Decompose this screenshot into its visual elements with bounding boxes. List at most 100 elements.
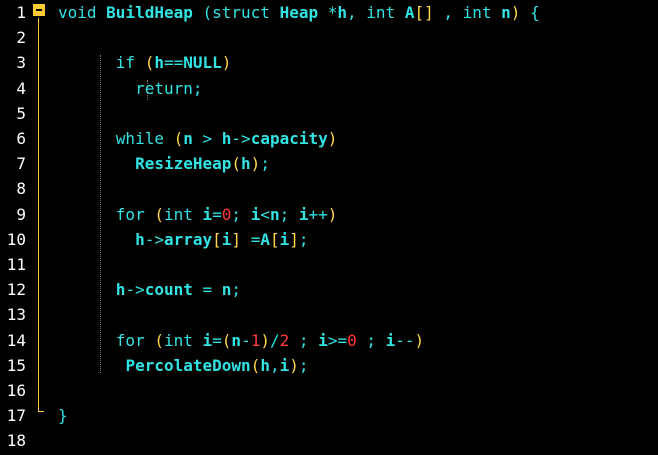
code-token: ; — [231, 280, 242, 300]
code-token: h — [115, 280, 126, 300]
code-line[interactable]: 15 PercolateDown(h,i); — [0, 353, 658, 378]
code-token: , int — [433, 3, 502, 22]
code-token: count — [144, 280, 193, 300]
code-token: ; — [289, 330, 319, 350]
code-line[interactable]: 4 return; — [0, 76, 658, 101]
code-line[interactable]: 10 h->array[i] =A[i]; — [0, 227, 658, 252]
code-token: < — [260, 204, 270, 224]
code-token: , int — [347, 3, 405, 22]
code-text: while (n > h->capacity) — [58, 126, 338, 151]
code-line[interactable]: 13 — [0, 302, 658, 327]
code-line[interactable]: 8 — [0, 176, 658, 201]
code-token: ] — [289, 229, 299, 249]
line-number: 10 — [6, 229, 26, 249]
code-line[interactable]: 6 while (n > h->capacity) — [0, 126, 658, 151]
code-token: 0 — [347, 330, 357, 350]
code-token: } — [58, 406, 68, 426]
code-token: i — [279, 355, 290, 375]
code-token: n — [231, 330, 242, 350]
code-line[interactable]: 7 ResizeHeap(h); — [0, 151, 658, 176]
code-token: capacity — [250, 129, 328, 148]
code-text: for (int i=(n-1)/2 ; i>=0 ; i--) — [58, 328, 424, 353]
line-number: 13 — [6, 305, 26, 325]
code-token: n — [269, 204, 280, 224]
code-text: h->count = n; — [58, 277, 241, 302]
line-number: 7 — [16, 154, 26, 174]
code-token: ) — [260, 330, 270, 350]
code-token: int — [163, 330, 203, 350]
code-line[interactable]: 12 h->count = n; — [0, 277, 658, 302]
line-number: 2 — [16, 28, 26, 48]
code-token: ] — [231, 229, 242, 249]
code-token: Heap — [279, 3, 319, 22]
code-text: } — [58, 403, 68, 428]
code-line[interactable]: 11 — [0, 252, 658, 277]
code-line[interactable]: 1 void BuildHeap (struct Heap *h, int A[]… — [0, 0, 658, 25]
code-token: return; — [58, 78, 203, 98]
code-token: ) — [289, 355, 299, 375]
code-token: i — [250, 204, 261, 224]
code-line[interactable]: 14 for (int i=(n-1)/2 ; i>=0 ; i--) — [0, 328, 658, 353]
code-token: PercolateDown — [125, 355, 251, 375]
code-line[interactable]: 18 — [0, 428, 658, 453]
code-token: 0 — [221, 204, 232, 224]
code-token: i — [202, 204, 213, 224]
line-number: 14 — [6, 330, 26, 350]
code-token: i — [385, 330, 396, 350]
code-editor[interactable]: 1 void BuildHeap (struct Heap *h, int A[]… — [0, 0, 658, 455]
line-number: 18 — [6, 431, 26, 451]
code-token: [] — [414, 3, 434, 22]
code-token: n — [183, 129, 193, 148]
code-token: i — [221, 229, 232, 249]
code-text: void BuildHeap (struct Heap *h, int A[] … — [58, 0, 540, 25]
code-line[interactable]: 9 for (int i=0; i<n; i++) — [0, 202, 658, 227]
code-token: int — [163, 204, 203, 224]
code-token: = — [212, 330, 222, 350]
code-token: ; — [356, 330, 386, 350]
code-text: return; — [58, 76, 203, 101]
code-token: >= — [327, 330, 348, 350]
code-token: ( — [154, 330, 164, 350]
code-text: PercolateDown(h,i); — [58, 353, 308, 378]
code-token: for — [58, 330, 155, 350]
code-token: -> — [144, 229, 164, 249]
code-token: h — [221, 129, 232, 148]
code-token: h — [135, 229, 145, 249]
line-number: 3 — [16, 53, 26, 73]
code-line[interactable]: 16 — [0, 378, 658, 403]
line-number: 8 — [16, 179, 26, 199]
code-token: ( — [250, 355, 261, 375]
code-token: i — [298, 204, 309, 224]
code-token: h — [260, 355, 270, 375]
code-token: -> — [125, 280, 145, 300]
code-token: BuildHeap — [106, 3, 193, 22]
code-line[interactable]: 2 — [0, 25, 658, 50]
code-text: ResizeHeap(h); — [58, 151, 270, 176]
code-token: i — [202, 330, 213, 350]
code-token: NULL — [183, 53, 222, 73]
code-text: h->array[i] =A[i]; — [58, 227, 308, 252]
code-token: ) — [414, 330, 425, 350]
line-number: 1 — [16, 3, 26, 22]
code-text: if (h==NULL) — [58, 50, 232, 75]
code-token: ++ — [308, 204, 328, 224]
code-token: -- — [395, 330, 415, 350]
code-token: ) — [221, 53, 232, 73]
code-line[interactable]: 17} — [0, 403, 658, 428]
code-token: ( — [221, 330, 232, 350]
line-number: 6 — [16, 129, 26, 148]
line-number: 4 — [16, 78, 26, 98]
code-text: for (int i=0; i<n; i++) — [58, 202, 338, 227]
code-token: == — [163, 53, 184, 73]
code-token: h — [154, 53, 164, 73]
code-token: = — [241, 229, 261, 249]
code-token: ( — [173, 129, 184, 148]
code-line[interactable]: 3 if (h==NULL) — [0, 50, 658, 75]
code-token: ; — [279, 204, 299, 224]
code-token: while — [58, 129, 174, 148]
code-line[interactable]: 5 — [0, 101, 658, 126]
code-token: A — [260, 229, 270, 249]
code-token: h — [241, 154, 251, 174]
